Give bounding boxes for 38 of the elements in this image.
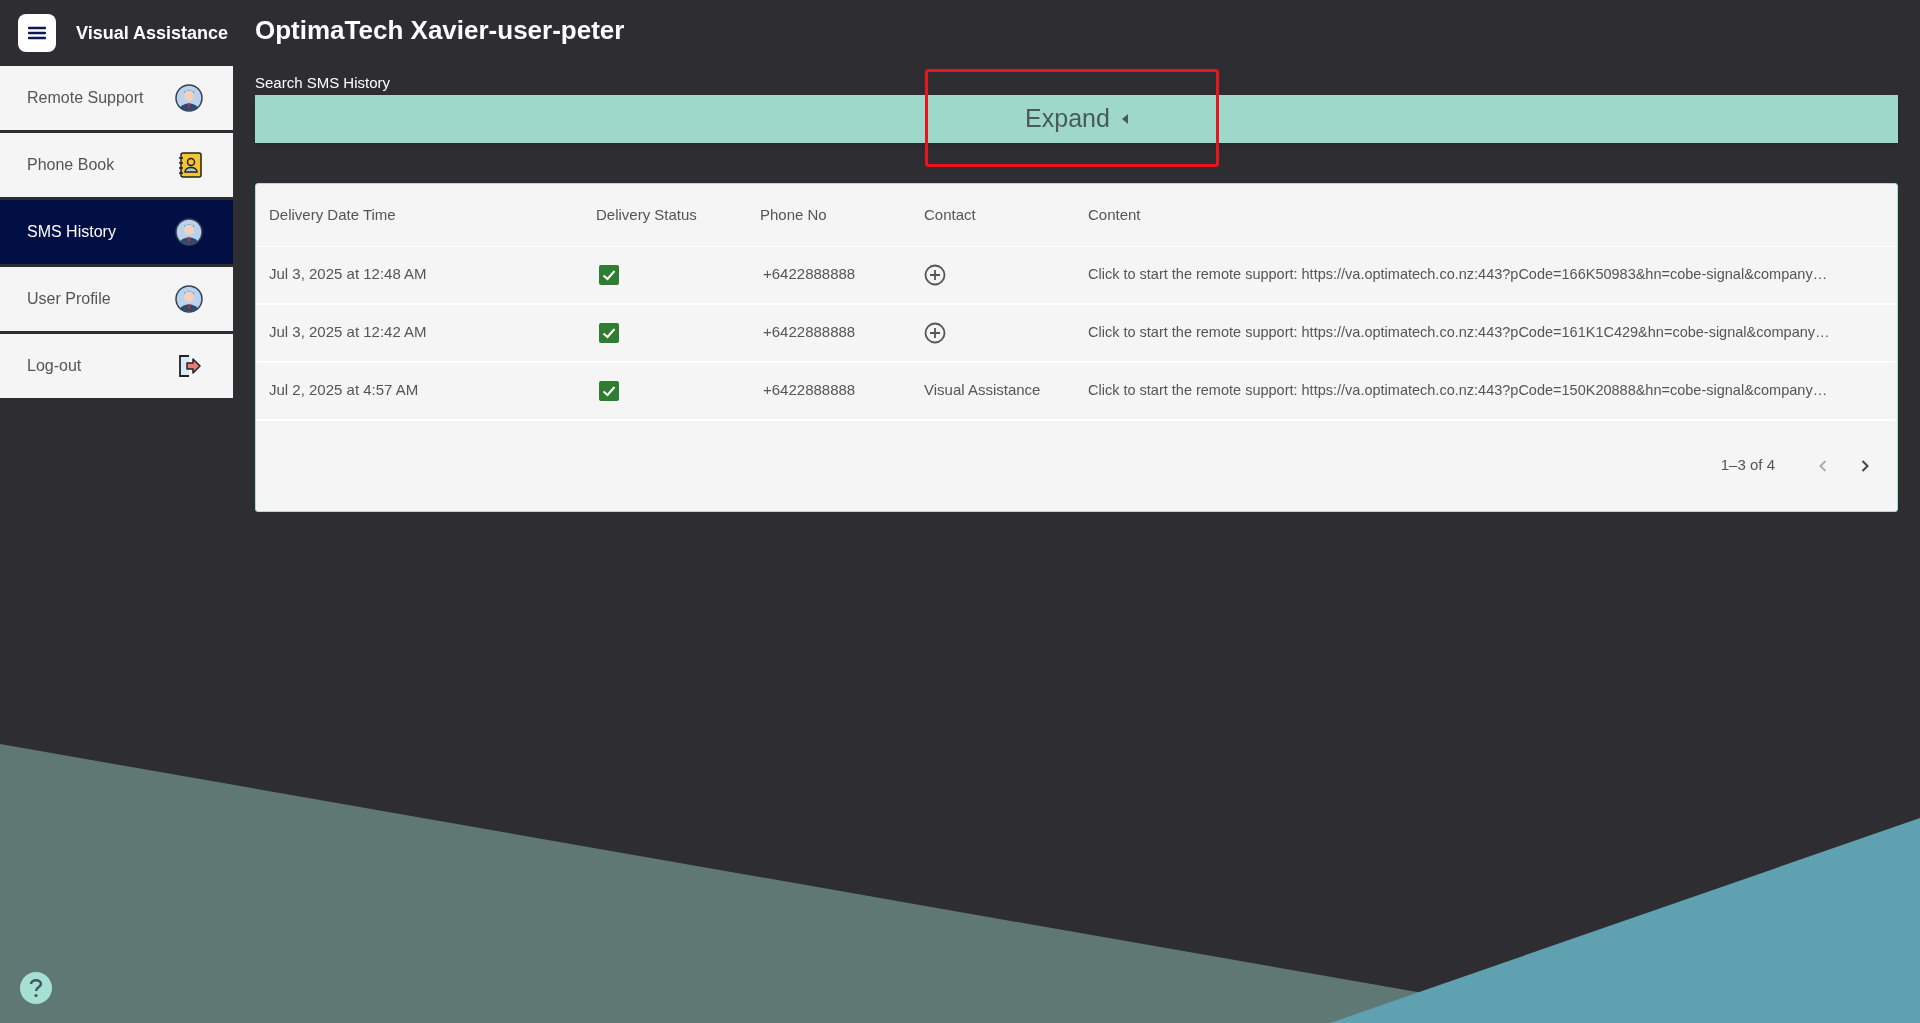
sidebar-item[interactable]: Log-out: [0, 334, 233, 398]
column-header: Content: [1088, 205, 1141, 223]
app-title: Visual Assistance: [76, 21, 229, 45]
table-cell: Jul 3, 2025 at 12:42 AM: [269, 323, 427, 341]
table-cell: +6422888888: [763, 381, 856, 399]
table-cell: Click to start the remote support: https://va.optimatech.co.nz:443?pCode=150K20888&hn=cobe-signal&company…: [1088, 382, 1828, 399]
checked-checkbox[interactable]: [599, 322, 619, 343]
table-cell: Click to start the remote support: https://va.optimatech.co.nz:443?pCode=166K50983&hn=cobe-signal&company…: [1088, 266, 1828, 283]
add-contact-icon[interactable]: [924, 321, 946, 344]
user-avatar-icon: [175, 218, 203, 246]
address-book-icon: [177, 151, 203, 179]
caret-icon: [1121, 113, 1128, 124]
table-cell: +6422888888: [763, 265, 856, 283]
user-avatar-icon: [175, 84, 203, 112]
checked-checkbox[interactable]: [599, 380, 619, 401]
table-cell: Click to start the remote support: https://va.optimatech.co.nz:443?pCode=161K1C429&hn=cobe-signal&company…: [1088, 324, 1830, 341]
section-label: Search SMS History: [255, 73, 391, 93]
page-title: OptimaTech Xavier-user-peter: [255, 13, 625, 47]
sidebar-item[interactable]: User Profile: [0, 267, 233, 331]
sidebar-item[interactable]: Remote Support: [0, 66, 233, 130]
sidebar-item[interactable]: Phone Book: [0, 133, 233, 197]
help-icon: [29, 978, 43, 998]
menu-icon: [28, 26, 46, 40]
add-contact-icon[interactable]: [924, 263, 946, 286]
column-header: Delivery Date Time: [269, 205, 396, 223]
sidebar-item[interactable]: SMS History: [0, 200, 233, 264]
checked-checkbox[interactable]: [599, 264, 619, 285]
table-cell: Visual Assistance: [924, 381, 1041, 399]
column-header: Contact: [924, 205, 976, 223]
user-avatar-icon: [175, 285, 203, 313]
expand-button[interactable]: Expand: [255, 94, 1898, 143]
pagination-range: 1–3 of 4: [1720, 455, 1775, 476]
table-cell: Jul 2, 2025 at 4:57 AM: [269, 381, 419, 399]
table-cell: +6422888888: [763, 323, 856, 341]
menu-button[interactable]: [18, 14, 56, 52]
table-cell: Jul 3, 2025 at 12:48 AM: [269, 265, 427, 283]
column-header: Phone No: [760, 205, 827, 223]
column-header: Delivery Status: [596, 205, 697, 223]
